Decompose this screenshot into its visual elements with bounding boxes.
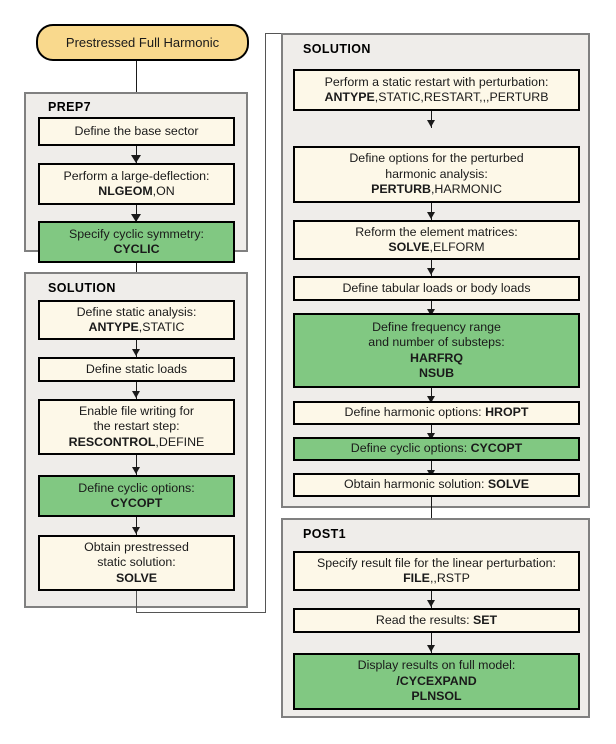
- arrowhead-set-to-cycexpand: [426, 645, 435, 652]
- node-hropt-label: Define harmonic options:: [344, 405, 486, 420]
- node-antype-restart-perturb[interactable]: Perform a static restart with perturbati…: [293, 69, 580, 111]
- group-solution-left-title: SOLUTION: [48, 281, 116, 295]
- node-tabular-loads[interactable]: Define tabular loads or body loads: [293, 276, 580, 301]
- node-cycopt-left-command: CYCOPT: [110, 496, 163, 510]
- arrowhead-filerstp-to-set: [426, 600, 435, 607]
- node-nlgeom-args: ,ON: [152, 184, 175, 198]
- node-antype-restart-perturb-command: ANTYPE: [324, 90, 375, 104]
- node-solve-harmonic-command: SOLVE: [487, 477, 530, 492]
- node-define-static-loads-line1: Define static loads: [85, 361, 188, 376]
- node-solve-static-line2: static solution:: [97, 555, 176, 570]
- arrowhead-cycopt-to-solvestatic: [131, 527, 140, 534]
- arrowhead-antype-to-staticloads: [131, 349, 140, 356]
- node-cycopt-left-line1: Define cyclic options:: [78, 480, 195, 495]
- node-solve-elform[interactable]: Reform the element matrices: SOLVE,ELFOR…: [293, 220, 580, 260]
- node-antype-restart-perturb-args: ,STATIC,RESTART,,,PERTURB: [374, 90, 549, 104]
- node-solve-elform-line1: Reform the element matrices:: [355, 224, 518, 239]
- group-post1-title: POST1: [303, 527, 346, 541]
- node-antype-static-command: ANTYPE: [88, 320, 139, 334]
- node-nsub-command: NSUB: [418, 366, 455, 380]
- connector-crosslink-down: [136, 591, 137, 613]
- node-cycexpand-plnsol-line1: Display results on full model:: [357, 658, 516, 673]
- node-cycopt-right-command: CYCOPT: [470, 441, 523, 456]
- start-terminator: Prestressed Full Harmonic: [36, 24, 249, 61]
- node-nlgeom-line1: Perform a large-deflection:: [63, 168, 210, 183]
- node-solve-elform-command: SOLVE: [388, 240, 430, 254]
- node-define-base-sector-line1: Define the base sector: [74, 123, 199, 138]
- arrowhead-staticloads-to-rescontrol: [131, 391, 140, 398]
- node-set-command: SET: [473, 612, 498, 627]
- node-cycopt-right-label: Define cyclic options:: [350, 441, 471, 456]
- node-file-rstp-line1: Specify result file for the linear pertu…: [317, 555, 556, 570]
- node-rescontrol-command: RESCONTROL: [68, 434, 156, 449]
- node-solve-harmonic-label: Obtain harmonic solution:: [343, 477, 488, 492]
- arrowhead-perturb-to-solveelform: [426, 212, 435, 219]
- node-harfrq-command: HARFRQ: [410, 350, 463, 365]
- connector-crosslink-up: [265, 33, 266, 613]
- node-nlgeom-command: NLGEOM: [98, 184, 153, 198]
- node-plnsol-command: PLNSOL: [411, 689, 462, 704]
- group-solution-right-title: SOLUTION: [303, 42, 371, 56]
- node-cycopt-right[interactable]: Define cyclic options: CYCOPT: [293, 437, 580, 461]
- flowchart-canvas: Prestressed Full Harmonic PREP7 Define t…: [0, 0, 616, 744]
- node-define-base-sector[interactable]: Define the base sector: [38, 117, 235, 146]
- node-harfrq-nsub[interactable]: Define frequency range and number of sub…: [293, 313, 580, 388]
- node-antype-static-line1: Define static analysis:: [76, 304, 197, 319]
- node-harfrq-nsub-line2: and number of substeps:: [368, 335, 505, 349]
- node-rescontrol[interactable]: Enable file writing for the restart step…: [38, 399, 235, 455]
- node-rescontrol-line1: Enable file writing for: [78, 403, 194, 418]
- node-solve-elform-args: ,ELFORM: [429, 240, 485, 254]
- node-cyclic-line1: Specify cyclic symmetry:: [69, 226, 204, 241]
- arrowhead-antyperestart-to-perturb: [426, 120, 435, 127]
- arrowhead-basesector-to-nlgeom: [131, 155, 141, 163]
- node-rescontrol-line2: the restart step:: [93, 419, 180, 434]
- node-hropt[interactable]: Define harmonic options: HROPT: [293, 401, 580, 425]
- node-tabular-loads-line1: Define tabular loads or body loads: [342, 280, 531, 295]
- node-rescontrol-args: ,DEFINE: [155, 434, 205, 449]
- node-cycexpand-plnsol[interactable]: Display results on full model: /CYCEXPAN…: [293, 653, 580, 710]
- node-antype-static-args: ,STATIC: [138, 320, 185, 334]
- start-terminator-label: Prestressed Full Harmonic: [65, 35, 220, 50]
- node-harfrq-nsub-line1: Define frequency range: [372, 319, 501, 334]
- node-perturb-harmonic-args: ,HARMONIC: [430, 182, 502, 197]
- group-prep7-title: PREP7: [48, 100, 91, 114]
- node-set-label: Read the results:: [375, 612, 473, 627]
- node-cyclic-command: CYCLIC: [113, 242, 160, 256]
- node-set[interactable]: Read the results: SET: [293, 608, 580, 633]
- node-nlgeom[interactable]: Perform a large-deflection: NLGEOM,ON: [38, 163, 235, 205]
- node-perturb-harmonic[interactable]: Define options for the perturbed harmoni…: [293, 146, 580, 203]
- node-file-rstp[interactable]: Specify result file for the linear pertu…: [293, 551, 580, 591]
- node-perturb-harmonic-command: PERTURB: [371, 182, 431, 197]
- node-solve-harmonic[interactable]: Obtain harmonic solution: SOLVE: [293, 473, 580, 497]
- node-cycexpand-command: /CYCEXPAND: [396, 673, 477, 688]
- node-antype-static[interactable]: Define static analysis: ANTYPE,STATIC: [38, 300, 235, 340]
- node-antype-restart-perturb-line1: Perform a static restart with perturbati…: [324, 74, 549, 89]
- connector-crosslink-right: [136, 612, 266, 613]
- arrowhead-rescontrol-to-cycopt: [131, 467, 140, 474]
- node-cycopt-left[interactable]: Define cyclic options: CYCOPT: [38, 475, 235, 517]
- node-solve-static-line1: Obtain prestressed: [84, 539, 189, 554]
- node-file-rstp-args: ,,RSTP: [429, 571, 470, 585]
- node-perturb-harmonic-line2: harmonic analysis:: [385, 166, 488, 181]
- node-perturb-harmonic-line1: Define options for the perturbed: [349, 151, 524, 166]
- node-cyclic[interactable]: Specify cyclic symmetry: CYCLIC: [38, 221, 235, 263]
- node-define-static-loads[interactable]: Define static loads: [38, 357, 235, 382]
- node-hropt-command: HROPT: [485, 405, 529, 420]
- node-solve-static-command: SOLVE: [115, 570, 158, 585]
- arrowhead-solveelform-to-tabularloads: [426, 268, 435, 275]
- node-file-rstp-command: FILE: [403, 571, 430, 585]
- node-solve-static[interactable]: Obtain prestressed static solution: SOLV…: [38, 535, 235, 591]
